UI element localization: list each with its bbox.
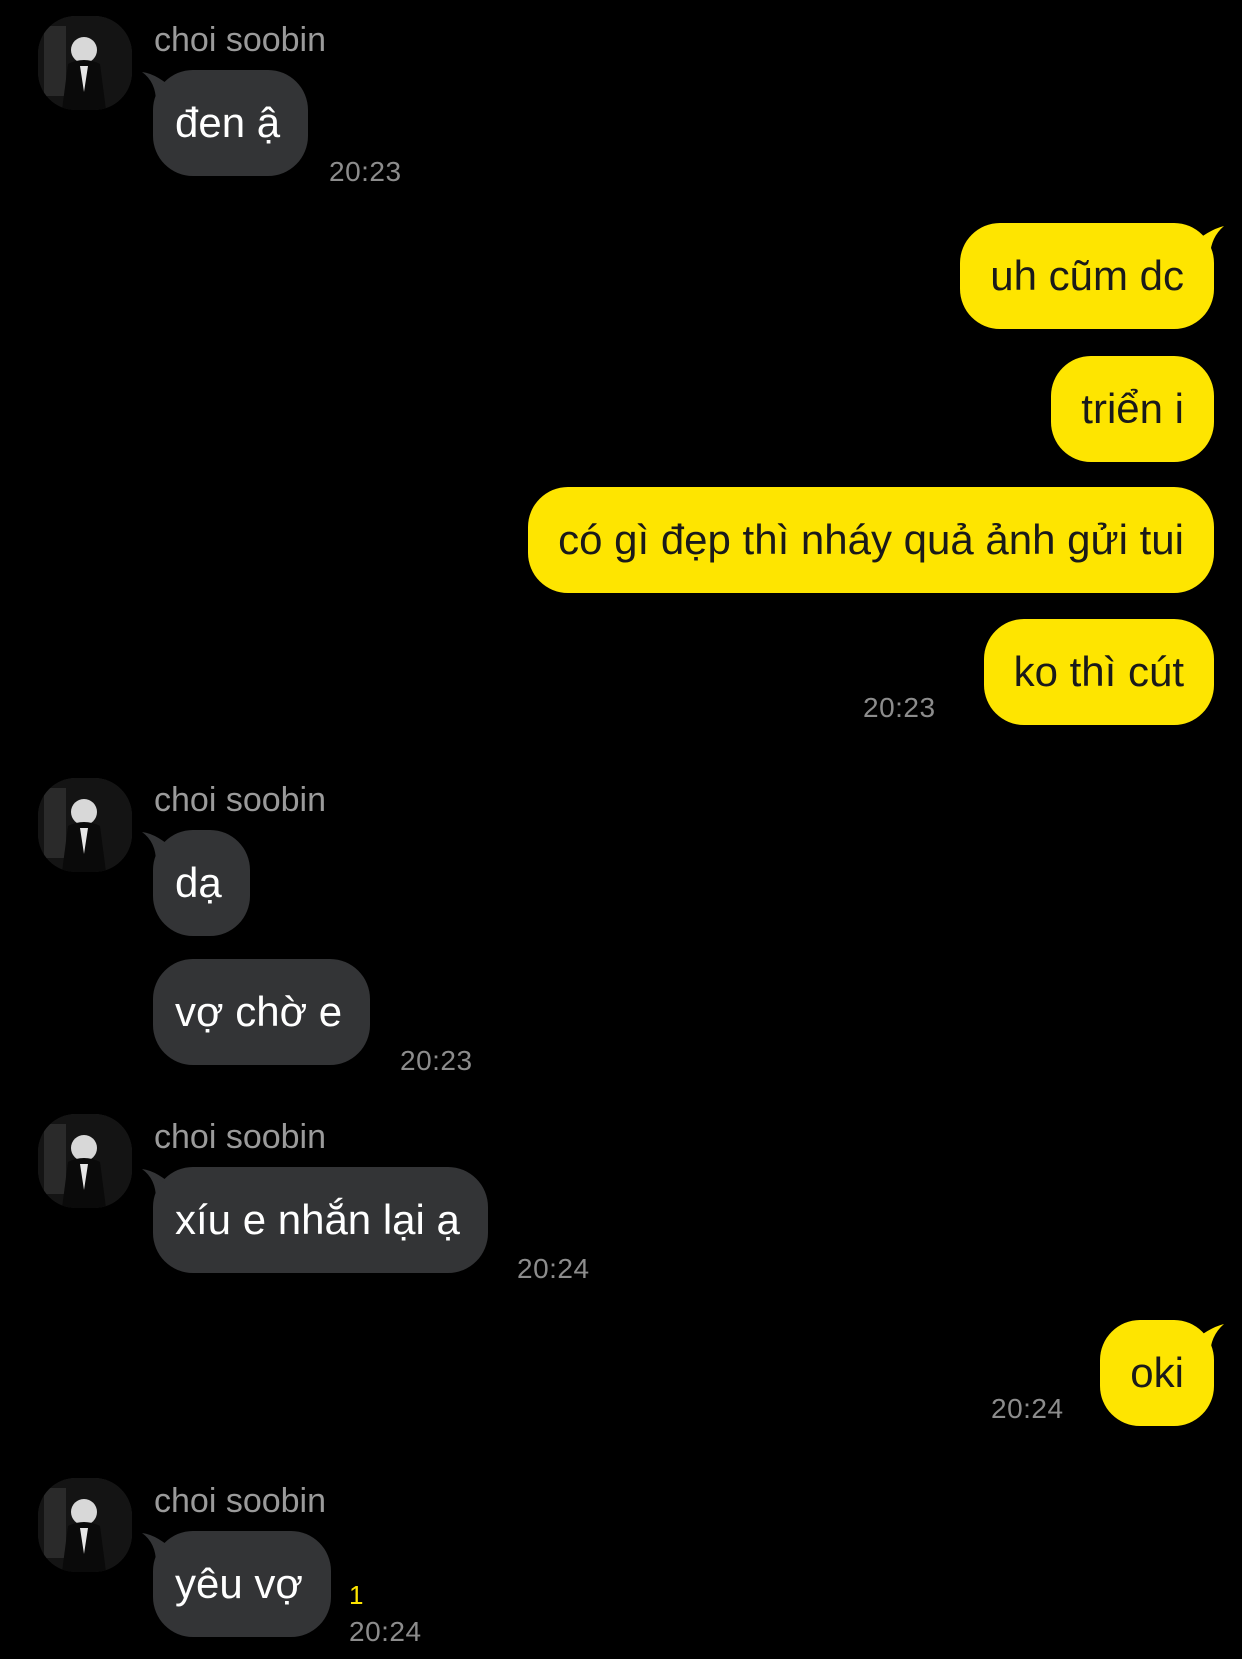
sender-avatar[interactable]: [38, 1114, 132, 1208]
sender-name: choi soobin: [154, 21, 327, 59]
message-time: 20:24: [517, 1253, 590, 1284]
sender-name: choi soobin: [154, 781, 327, 819]
message-bubble[interactable]: oki: [1100, 1320, 1214, 1426]
sender-avatar[interactable]: [38, 16, 132, 110]
unread-count: 1: [349, 1580, 364, 1610]
sender-name: choi soobin: [154, 1118, 327, 1156]
profile-photo-icon: [38, 1478, 132, 1572]
message-bubble[interactable]: đen ậ: [153, 70, 309, 176]
message-bubble[interactable]: dạ: [153, 830, 250, 936]
message-time: 20:24: [349, 1616, 422, 1647]
message-time: 20:23: [863, 692, 936, 723]
profile-photo-icon: [38, 1114, 132, 1208]
sender-avatar[interactable]: [38, 778, 132, 872]
sender-avatar[interactable]: [38, 1478, 132, 1572]
message-bubble[interactable]: uh cũm dc: [960, 223, 1214, 329]
message-time: 20:23: [329, 156, 402, 187]
message-time: 20:24: [991, 1393, 1064, 1424]
sender-name: choi soobin: [154, 1482, 327, 1520]
chat-message-list[interactable]: choi soobin đen ậ 20:23 uh cũm dc triển …: [0, 0, 1242, 1659]
message-time: 20:23: [400, 1045, 473, 1076]
message-bubble[interactable]: ko thì cút: [983, 619, 1214, 725]
profile-photo-icon: [38, 16, 132, 110]
message-bubble[interactable]: có gì đẹp thì nháy quả ảnh gửi tui: [528, 487, 1214, 593]
message-bubble[interactable]: triển i: [1051, 356, 1214, 462]
message-bubble[interactable]: xíu e nhắn lại ạ: [153, 1167, 488, 1273]
message-bubble[interactable]: vợ chờ e: [153, 959, 371, 1065]
profile-photo-icon: [38, 778, 132, 872]
message-bubble[interactable]: yêu vợ: [153, 1531, 331, 1637]
